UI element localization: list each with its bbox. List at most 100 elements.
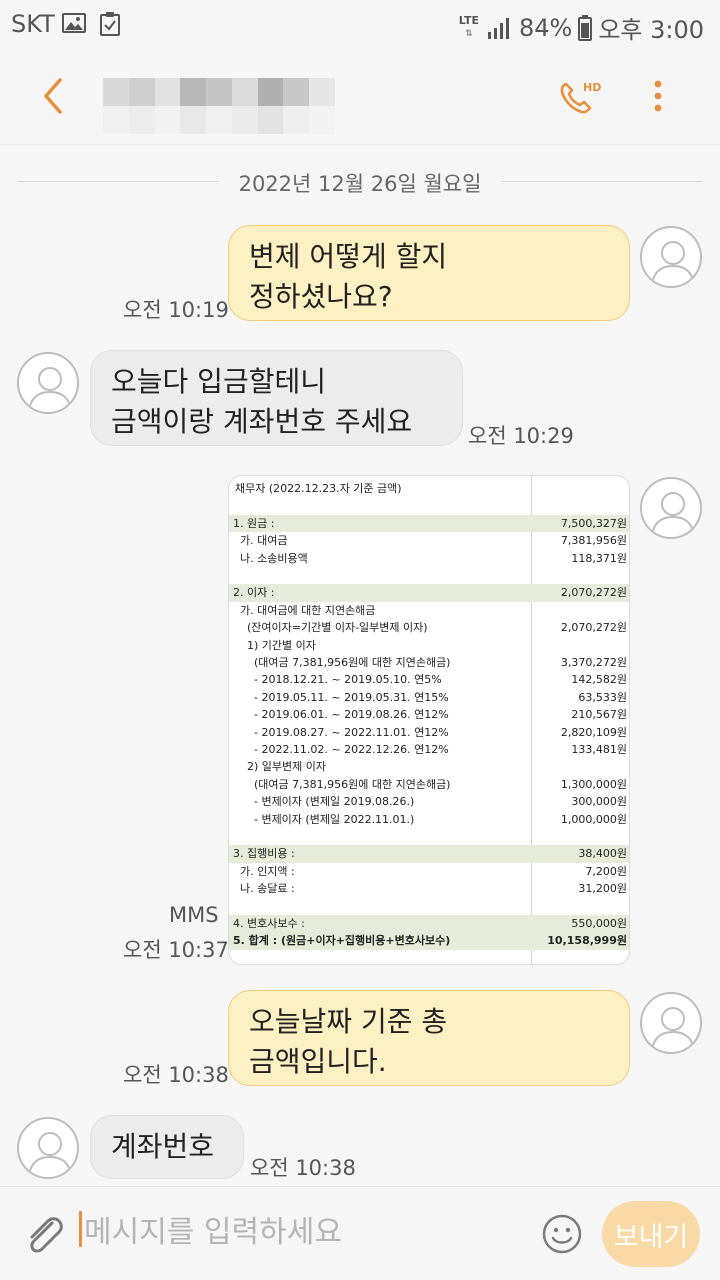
mms-table-row: - 2019.06.01. ~ 2019.08.26. 연12% 210,567원 — [229, 706, 629, 723]
mms-row-label: - 2019.08.27. ~ 2022.11.01. 연12% — [233, 725, 449, 739]
mms-table-row: (대여금 7,381,956원에 대한 지연손해금) 1,300,000원 — [229, 776, 629, 793]
mms-table-row: 5. 합계 : (원금+이자+집행비용+변호사보수) 10,158,999원 — [229, 932, 629, 950]
messages-screen: SKT LTE ⇅ 84% 오후 3:00 HD 2022년 12월 26일 월요… — [0, 0, 720, 1280]
mms-title-text: 채무자 (2022.12.23.자 기준 금액) — [235, 482, 402, 495]
date-divider: 2022년 12월 26일 월요일 — [17, 166, 703, 198]
mms-row-value: 1,300,000원 — [560, 777, 627, 791]
mms-table-row: 가. 대여금 7,381,956원 — [229, 532, 629, 549]
mms-row-label: 나. 송달료 : — [233, 882, 295, 896]
mms-row-value: 118,371원 — [571, 551, 627, 565]
mms-row-label: (잔여이자=기간별 이자-일부변제 이자) — [233, 621, 428, 635]
avatar[interactable] — [640, 992, 702, 1054]
message-time: 오전 10:38 — [123, 1063, 229, 1087]
avatar[interactable] — [17, 1117, 79, 1179]
mms-table-row: 나. 소송비용액 118,371원 — [229, 550, 629, 567]
mms-row-label: 1) 기간별 이자 — [233, 638, 316, 652]
carrier-label: SKT — [11, 10, 55, 38]
mms-row-value: 63,533원 — [578, 690, 627, 704]
mms-row-label: (대여금 7,381,956원에 대한 지연손해금) — [233, 656, 451, 669]
svg-text:HD: HD — [583, 81, 601, 94]
person-icon — [28, 367, 72, 411]
mms-row-value: 2,820,109원 — [560, 725, 627, 739]
conversation-header: HD — [0, 50, 720, 145]
mms-table-row: 4. 변호사보수 : 550,000원 — [229, 915, 629, 933]
mms-row-label: 4. 변호사보수 : — [233, 917, 305, 930]
mms-row-value: 1,000,000원 — [560, 812, 627, 826]
mms-row-value: 550,000원 — [571, 917, 627, 930]
mms-row-value: 2,070,272원 — [560, 586, 627, 600]
mms-row-label: - 2018.12.21. ~ 2019.05.10. 연5% — [233, 673, 442, 687]
incoming-message-bubble[interactable]: 계좌번호 — [90, 1115, 244, 1179]
mms-row-label: 나. 소송비용액 — [233, 551, 308, 565]
message-input[interactable] — [82, 1202, 502, 1262]
battery-icon — [578, 14, 593, 41]
mms-image-attachment[interactable]: 채무자 (2022.12.23.자 기준 금액) 1. 원금 : 7,500,327… — [228, 475, 630, 965]
mms-table-row: - 2019.08.27. ~ 2022.11.01. 연12% 2,820,10… — [229, 724, 629, 741]
mms-tag: MMS — [169, 903, 219, 927]
mms-row-label: (대여금 7,381,956원에 대한 지연손해금) — [233, 777, 451, 791]
mms-row-value: 3,370,272원 — [560, 656, 627, 669]
message-time: 오전 10:19 — [123, 298, 229, 322]
outgoing-message-bubble[interactable]: 변제 어떻게 할지 정하셨나요? — [228, 225, 630, 321]
mms-row-label: 5. 합계 : (원금+이자+집행비용+변호사보수) — [233, 934, 451, 948]
mms-row-value: 7,381,956원 — [560, 534, 627, 548]
status-right: LTE ⇅ 84% 오후 3:00 — [459, 10, 704, 45]
mms-table-row: - 변제이자 (변제일 2022.11.01.) 1,000,000원 — [229, 811, 629, 828]
avatar[interactable] — [640, 477, 702, 539]
incoming-message-bubble[interactable]: 오늘다 입금할테니 금액이랑 계좌번호 주세요 — [90, 350, 463, 446]
mms-row-label: - 변제이자 (변제일 2019.08.26.) — [233, 795, 415, 809]
mms-row-label: 2) 일부변제 이자 — [233, 760, 326, 774]
send-button[interactable]: 보내기 — [602, 1201, 700, 1267]
mms-row-label: - 2019.05.11. ~ 2019.05.31. 연15% — [233, 690, 449, 704]
paperclip-icon[interactable] — [22, 1213, 68, 1259]
signal-icon — [487, 17, 509, 39]
mms-table-row: 1. 원금 : 7,500,327원 — [229, 514, 629, 533]
message-composer: 보내기 — [0, 1186, 720, 1280]
person-icon — [651, 492, 695, 536]
more-vertical-icon[interactable] — [640, 76, 676, 116]
avatar[interactable] — [17, 352, 79, 414]
mms-row-value: 133,481원 — [571, 743, 627, 756]
mms-row-label: - 2022.11.02. ~ 2022.12.26. 연12% — [233, 743, 449, 756]
status-bar: SKT LTE ⇅ 84% 오후 3:00 — [0, 0, 720, 50]
mms-table-row: 2) 일부변제 이자 — [229, 758, 629, 775]
message-time: 오전 10:37 — [123, 938, 229, 962]
mms-row-label: 가. 인지액 : — [233, 864, 295, 878]
mms-row-value: 142,582원 — [571, 673, 627, 687]
person-icon — [28, 1132, 72, 1176]
person-icon — [651, 241, 695, 285]
mms-table-row: - 2018.12.21. ~ 2019.05.10. 연5% 142,582원 — [229, 671, 629, 688]
outgoing-message-bubble[interactable]: 오늘날짜 기준 총 금액입니다. — [228, 990, 630, 1086]
mms-row-label: 가. 대여금에 대한 지연손해금 — [233, 603, 376, 617]
mms-table-row: - 변제이자 (변제일 2019.08.26.) 300,000원 — [229, 793, 629, 810]
phone-hd-icon[interactable]: HD — [555, 75, 603, 119]
mms-table-row: 가. 대여금에 대한 지연손해금 — [229, 602, 629, 619]
mms-table-row: 2. 이자 : 2,070,272원 — [229, 584, 629, 602]
mms-row-value: 7,200원 — [585, 864, 627, 878]
chevron-left-icon[interactable] — [38, 76, 72, 116]
mms-table-row: (잔여이자=기간별 이자-일부변제 이자) 2,070,272원 — [229, 619, 629, 636]
mms-row-label: 3. 집행비용 : — [233, 847, 295, 861]
mms-row-label: 가. 대여금 — [233, 534, 288, 548]
message-time: 오전 10:38 — [250, 1156, 356, 1180]
mms-row-label: 2. 이자 : — [233, 586, 275, 600]
mms-row-value: 300,000원 — [571, 795, 627, 809]
date-label: 2022년 12월 26일 월요일 — [238, 172, 482, 196]
lte-indicator: LTE ⇅ — [458, 14, 479, 40]
mms-table-row: - 2022.11.02. ~ 2022.12.26. 연12% 133,481원 — [229, 741, 629, 758]
mms-row-value: 10,158,999원 — [547, 934, 627, 948]
mms-row-value: 7,500,327원 — [560, 516, 627, 530]
smiley-icon[interactable] — [541, 1213, 583, 1255]
mms-table-row: (대여금 7,381,956원에 대한 지연손해금) 3,370,272원 — [229, 654, 629, 671]
mms-table-row: - 2019.05.11. ~ 2019.05.31. 연15% 63,533원 — [229, 689, 629, 706]
gallery-icon — [62, 13, 86, 33]
mms-row-value: 2,070,272원 — [560, 621, 627, 635]
status-clock: 오후 3:00 — [598, 16, 704, 44]
mms-row-label: - 변제이자 (변제일 2022.11.01.) — [233, 812, 415, 826]
avatar[interactable] — [640, 226, 702, 288]
mms-table-row: 1) 기간별 이자 — [229, 637, 629, 654]
mms-table-row: 3. 집행비용 : 38,400원 — [229, 845, 629, 863]
contact-name-pixelated — [103, 78, 335, 134]
mms-row-label: 1. 원금 : — [233, 516, 275, 530]
mms-row-value: 210,567원 — [571, 708, 627, 722]
